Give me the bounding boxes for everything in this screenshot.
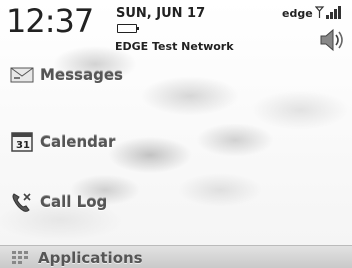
carrier-label: edge (282, 7, 313, 20)
phone-icon (6, 190, 38, 214)
clock-time: 12:37 (6, 2, 94, 40)
home-screen: 12:37 SUN, JUN 17 EDGE Test Network edge… (0, 0, 352, 268)
applications-bar[interactable]: Applications (0, 245, 352, 268)
applications-label: Applications (38, 248, 143, 267)
battery-icon (117, 24, 139, 33)
menu-item-call-log[interactable]: Call Log (6, 190, 107, 214)
menu-item-label: Calendar (40, 133, 116, 151)
menu-item-label: Messages (40, 66, 123, 84)
clock-date: SUN, JUN 17 (116, 6, 206, 21)
envelope-icon (6, 63, 38, 87)
speaker-icon[interactable] (318, 28, 346, 52)
menu-item-label: Call Log (40, 193, 108, 211)
calendar-icon: 31 (6, 130, 38, 154)
network-name: EDGE Test Network (115, 40, 234, 53)
signal-strength-icon (315, 6, 341, 19)
apps-icon (6, 248, 34, 268)
svg-text:31: 31 (16, 140, 30, 151)
menu-item-calendar[interactable]: 31 Calendar (6, 130, 115, 154)
menu-item-messages[interactable]: Messages (6, 63, 123, 87)
